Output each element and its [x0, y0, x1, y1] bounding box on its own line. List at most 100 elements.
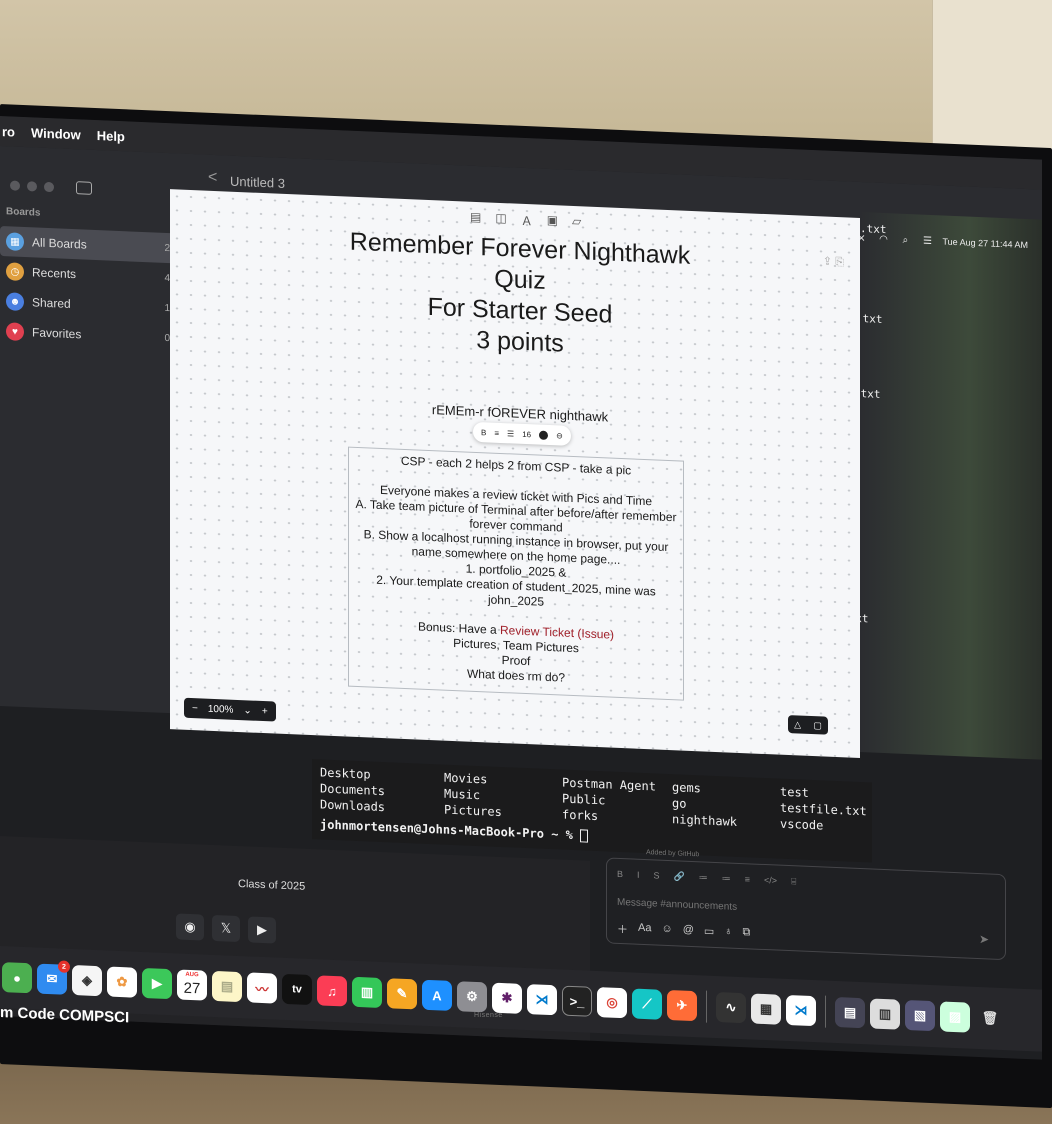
zoom-window-button[interactable] [44, 181, 54, 193]
video-icon[interactable]: ▭ [704, 925, 714, 941]
pages-app-icon[interactable]: ✎ [387, 978, 417, 1010]
github-icon[interactable]: ◉ [176, 913, 204, 941]
people-icon: ☻ [6, 292, 24, 312]
zoom-level[interactable]: 100% [208, 703, 234, 715]
text-format-icon[interactable]: Aa [638, 922, 651, 939]
youtube-icon[interactable]: ▶ [248, 916, 276, 944]
menu-help[interactable]: Help [97, 128, 125, 144]
trash-icon[interactable]: 🗑 [975, 1003, 1005, 1034]
chrome-app-icon[interactable]: ◎ [597, 987, 627, 1019]
menu-window[interactable]: Window [31, 125, 81, 142]
vscode-recent-icon[interactable]: ⋊ [786, 994, 816, 1027]
zoom-out-button[interactable]: − [192, 703, 198, 714]
warning-icon[interactable]: △ [794, 719, 801, 730]
quote-icon[interactable]: ≡ [745, 874, 750, 885]
bullet-list-icon[interactable]: ≔ [722, 873, 731, 884]
control-center-icon[interactable]: ☰ [920, 235, 934, 248]
x-icon[interactable]: 𝕏 [212, 914, 240, 943]
notes-app-icon[interactable]: ▤ [212, 970, 242, 1003]
prompt-text: johnmortensen@Johns-MacBook-Pro ~ % [320, 817, 573, 843]
chevron-down-icon[interactable]: ⌄ [243, 705, 251, 716]
shape-tool-icon[interactable]: ◫ [495, 211, 506, 228]
facetime-app-icon[interactable]: ▶ [142, 967, 172, 1000]
remove-icon[interactable]: ⊖ [556, 431, 563, 440]
folder-stack-icon[interactable]: ▧ [905, 999, 935, 1032]
text-format-bar: B ≡ ☰ 16 ⊖ [473, 421, 571, 446]
shortcut-icon[interactable]: ⧉ [743, 926, 751, 942]
activity-monitor-icon[interactable]: ∿ [716, 992, 746, 1024]
link-icon[interactable]: 🔗 [674, 871, 685, 882]
slack-app-icon[interactable]: ✱ [492, 982, 522, 1014]
whiteboard-canvas[interactable]: ▤ ◫ Ａ ▣ ▱ ⇪ ⎘ Remember Forever Nighthawk… [170, 189, 860, 759]
terminal-entry: test [780, 784, 809, 800]
quiz-title[interactable]: Remember Forever Nighthawk Quiz For Star… [320, 225, 720, 366]
composer-format-bar: B I S 🔗 ≔ ≔ ≡ </> ⌸ [617, 869, 796, 888]
sidebar-toggle-icon[interactable] [76, 181, 92, 195]
minimize-window-button[interactable] [27, 181, 37, 192]
fullscreen-icon[interactable]: ▢ [813, 720, 822, 731]
code-block-icon[interactable]: ⌸ [791, 876, 796, 887]
close-window-button[interactable] [10, 180, 20, 191]
app-store-icon[interactable]: A [422, 979, 452, 1011]
terminal-window[interactable]: Desktop Movies Postman Agent gems test D… [312, 759, 872, 863]
mail-app-icon[interactable]: ✉ 2 [37, 960, 70, 995]
class-of-text: Class of 2025 [238, 877, 306, 893]
zoom-control: − 100% ⌄ + [184, 697, 276, 722]
vscode-app-icon[interactable]: ⋊ [527, 984, 557, 1016]
photos-app-icon[interactable]: ✿ [107, 966, 137, 998]
tv-label: tv [292, 983, 302, 996]
sidebar-list: ▦ All Boards 2 ◷ Recents 4 ☻ Shared 1 ♥ … [0, 226, 180, 354]
terminal-app-icon[interactable]: >_ [562, 985, 592, 1017]
screenshots-stack-icon[interactable]: ▨ [940, 1001, 970, 1033]
numbers-app-icon[interactable]: ▥ [352, 976, 382, 1009]
sticky-note[interactable]: CSP - each 2 helps 2 from CSP - take a p… [348, 446, 684, 701]
monitor-brand: Hisense [474, 1012, 503, 1019]
ordered-list-icon[interactable]: ≔ [699, 872, 708, 883]
zoom-in-button[interactable]: + [262, 705, 268, 716]
color-swatch[interactable] [539, 430, 549, 440]
postman-app-icon[interactable]: ✈ [667, 989, 697, 1022]
emoji-icon[interactable]: ☺ [661, 923, 672, 939]
text-tool-icon[interactable]: Ａ [521, 212, 533, 230]
maps-app-icon[interactable]: ◈ [72, 965, 102, 997]
search-icon[interactable]: ⌕ [898, 234, 912, 247]
dock-separator [825, 995, 826, 1028]
tv-app-icon[interactable]: tv [282, 973, 312, 1006]
sidebar-item-favorites[interactable]: ♥ Favorites 0 [0, 316, 180, 354]
pencil-app-icon[interactable]: ⟋ [632, 988, 662, 1020]
music-app-icon[interactable]: ♫ [317, 975, 347, 1007]
note-tool-icon[interactable]: ▤ [470, 210, 481, 227]
plus-icon[interactable]: ＋ [617, 921, 628, 937]
downloads-stack-icon[interactable]: ▤ [835, 996, 865, 1029]
bold-button[interactable]: B [481, 428, 486, 437]
menu-app-name[interactable]: ro [2, 124, 15, 140]
settings-app-icon[interactable]: ⚙ [457, 981, 487, 1013]
wifi-icon[interactable]: ◠ [876, 233, 890, 246]
mention-icon[interactable]: @ [683, 924, 694, 940]
message-input[interactable] [617, 896, 917, 921]
board-title[interactable]: Untitled 3 [230, 174, 285, 191]
folder-tool-icon[interactable]: ▱ [572, 214, 581, 231]
terminal-prompt[interactable]: johnmortensen@Johns-MacBook-Pro ~ % [320, 817, 589, 843]
background-window: .txt .txt .txt .txt [842, 212, 1042, 760]
italic-icon[interactable]: I [637, 870, 640, 881]
mail-badge: 2 [58, 960, 70, 973]
microphone-icon[interactable]: ♁ [724, 925, 732, 941]
font-size-value[interactable]: 16 [522, 429, 531, 438]
share-icon[interactable]: ⇪ ⎘ [823, 254, 844, 269]
strike-icon[interactable]: S [654, 870, 660, 881]
clock-readout[interactable]: Tue Aug 27 11:44 AM [942, 236, 1028, 250]
list-icon[interactable]: ☰ [507, 429, 514, 438]
calendar-app-icon[interactable]: AUG 27 [177, 969, 207, 1001]
bold-icon[interactable]: B [617, 869, 623, 880]
code-icon[interactable]: </> [764, 875, 777, 887]
align-center-icon[interactable]: ≡ [494, 428, 499, 437]
send-icon[interactable]: ➤ [979, 932, 989, 946]
back-chevron-icon[interactable]: < [208, 169, 217, 187]
freeform-app-icon[interactable]: 〰 [247, 972, 277, 1004]
image-tool-icon[interactable]: ▣ [547, 213, 558, 230]
clock-icon: ◷ [6, 262, 24, 282]
calculator-app-icon[interactable]: ▦ [751, 993, 781, 1025]
messages-app-icon[interactable]: ● [2, 962, 32, 994]
documents-stack-icon[interactable]: ▥ [870, 998, 900, 1030]
